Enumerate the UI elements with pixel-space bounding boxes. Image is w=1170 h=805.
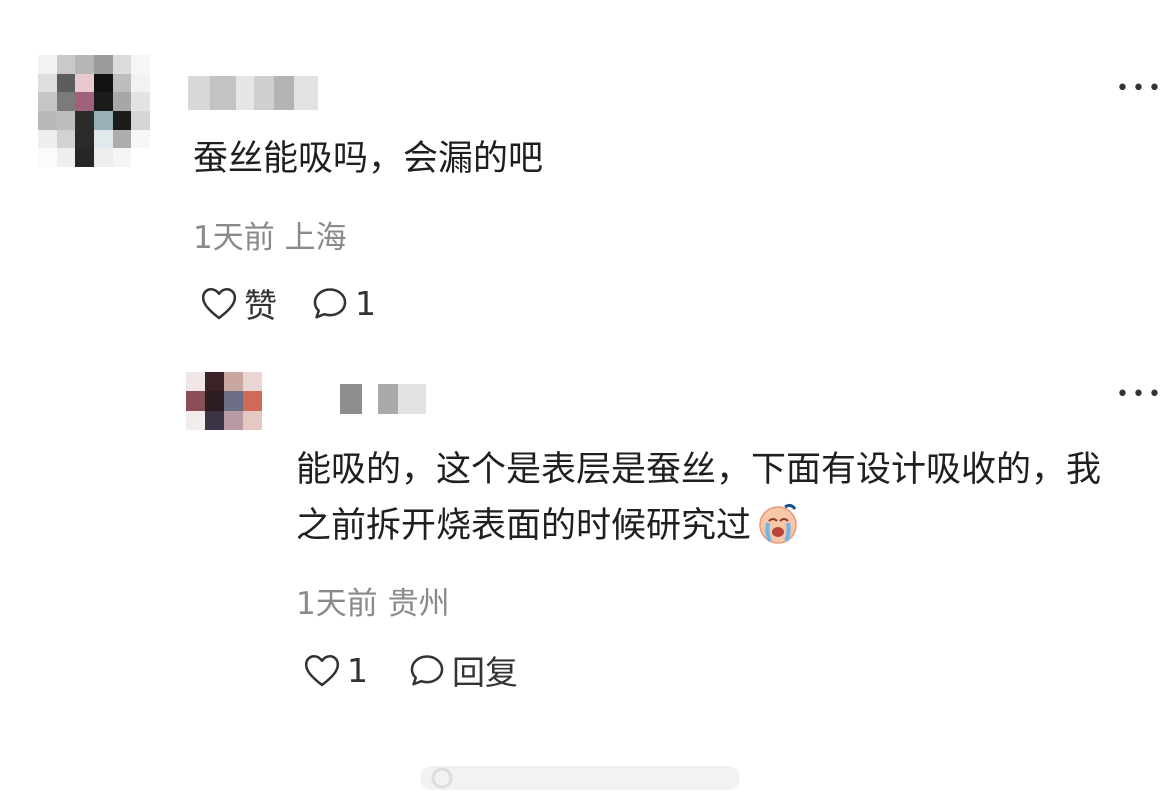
speech-bubble-icon [311, 285, 349, 321]
avatar[interactable] [186, 372, 262, 430]
like-count: 1 [347, 650, 368, 690]
reply-count-button[interactable]: 1 [311, 284, 376, 323]
username-blurred[interactable] [316, 384, 426, 414]
heart-outline-icon [200, 285, 238, 321]
comment-location: 上海 [284, 220, 347, 256]
comment-actions: 赞 1 [200, 279, 376, 327]
comment-text: 蚕丝能吸吗，会漏的吧 [193, 139, 544, 179]
reply-text-content: 能吸的，这个是表层是蚕丝，下面有设计吸收的，我之前拆开烧表面的时候研究过 [296, 450, 1102, 546]
speech-bubble-icon [408, 652, 446, 688]
comment-meta: 1天前 贵州 [296, 578, 450, 623]
comment-text: 能吸的，这个是表层是蚕丝，下面有设计吸收的，我之前拆开烧表面的时候研究过 [296, 442, 1116, 562]
like-button[interactable]: 赞 [200, 279, 277, 327]
username-blurred[interactable] [188, 76, 318, 110]
avatar[interactable] [38, 55, 150, 167]
more-dots-icon[interactable]: ••• [1116, 382, 1164, 407]
reply-count: 1 [355, 283, 376, 323]
more-dots-icon[interactable]: ••• [1116, 76, 1164, 101]
like-button[interactable]: 1 [303, 651, 368, 690]
reply-label: 回复 [452, 653, 518, 692]
heart-outline-icon [303, 652, 341, 688]
crying-face-emoji [755, 501, 801, 562]
watermark [420, 758, 740, 798]
comment-time: 1天前 [193, 220, 275, 256]
comment-meta: 1天前 上海 [193, 212, 347, 257]
comment-actions: 1 回复 [303, 646, 518, 694]
comment-location: 贵州 [387, 586, 450, 622]
comment-time: 1天前 [296, 586, 378, 622]
like-label: 赞 [244, 286, 277, 325]
reply-button[interactable]: 回复 [408, 646, 518, 694]
